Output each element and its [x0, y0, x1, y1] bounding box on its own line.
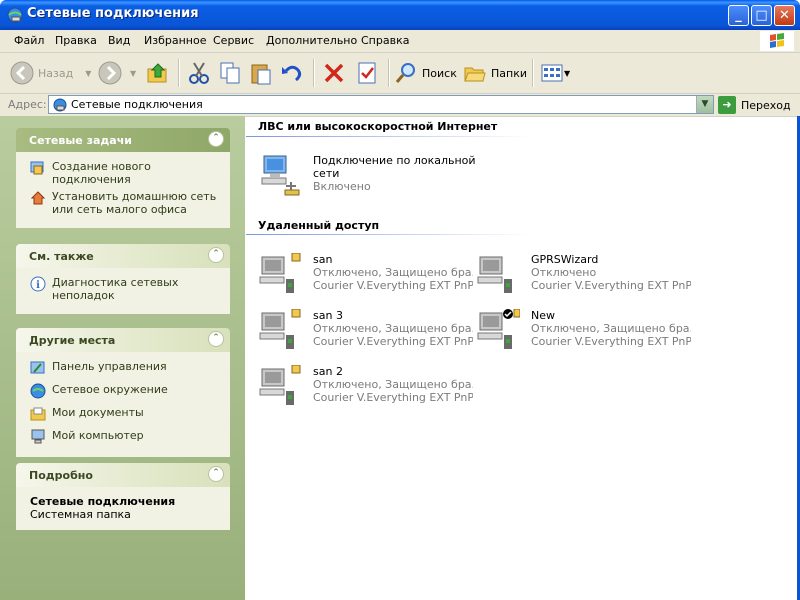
maximize-button[interactable]: □ — [751, 5, 772, 26]
views-dropdown-icon[interactable]: ▼ — [564, 69, 570, 78]
menu-help[interactable]: Справка — [361, 34, 409, 47]
dialup-connection-icon — [477, 256, 512, 293]
back-arrow-icon — [10, 61, 34, 85]
info-icon: i — [30, 276, 46, 292]
lan-connection-icon — [261, 155, 300, 196]
default-dialup-connection-icon — [477, 309, 520, 349]
delete-button[interactable] — [322, 59, 346, 87]
diagnostics-link[interactable]: i Диагностика сетевых неполадок — [30, 276, 220, 302]
control-panel-link[interactable]: Панель управления — [30, 360, 220, 376]
forward-button[interactable]: ▼ — [98, 59, 136, 87]
go-arrow-icon: ➜ — [718, 96, 736, 114]
close-button[interactable]: ✕ — [774, 5, 795, 26]
undo-icon — [282, 65, 302, 82]
address-input[interactable]: Сетевые подключения ▼ — [48, 95, 714, 114]
menu-tools[interactable]: Сервис — [213, 34, 254, 47]
my-computer-link[interactable]: Мой компьютер — [30, 429, 220, 445]
my-documents-link[interactable]: Мои документы — [30, 406, 220, 422]
forward-dropdown-icon[interactable]: ▼ — [130, 69, 136, 78]
back-button[interactable]: Назад ▼ — [10, 59, 91, 87]
paste-icon — [251, 64, 271, 85]
lan-connection-item[interactable]: Подключение по локальной сети Включено — [258, 154, 478, 202]
search-button[interactable]: Поиск — [394, 59, 457, 87]
toolbar: Назад ▼ ▼ Поиск Папки ▼ — [0, 53, 800, 94]
remote-section-title: Удаленный доступ — [258, 219, 380, 232]
home-network-icon — [30, 191, 46, 205]
home-network-link[interactable]: Установить домашнюю сеть или сеть малого… — [30, 190, 220, 216]
dialup-connection-san[interactable]: san Отключено, Защищено бра... Courier V… — [258, 253, 478, 301]
title-bar[interactable]: Сетевые подключения _ □ ✕ — [0, 0, 800, 30]
details-name: Сетевые подключения — [30, 495, 176, 508]
dialup-connection-icon — [259, 365, 301, 405]
create-connection-link[interactable]: Создание нового подключения — [30, 160, 220, 186]
copy-button[interactable] — [218, 59, 242, 87]
minimize-button[interactable]: _ — [728, 5, 749, 26]
cut-button[interactable] — [187, 59, 211, 87]
window-title: Сетевые подключения — [27, 6, 199, 21]
menu-favorites[interactable]: Избранное — [144, 34, 206, 47]
forward-arrow-icon — [98, 61, 122, 85]
new-connection-icon — [30, 161, 44, 175]
paste-button[interactable] — [249, 59, 273, 87]
other-places-header[interactable]: Другие места ⌃ — [16, 328, 230, 352]
collapse-icon[interactable]: ⌃ — [208, 466, 224, 482]
menu-view[interactable]: Вид — [108, 34, 130, 47]
other-places-panel: Другие места ⌃ Панель управления Сетевое… — [16, 328, 230, 457]
views-button[interactable]: ▼ — [540, 59, 570, 87]
see-also-panel: См. также ⌃ i Диагностика сетевых непола… — [16, 244, 230, 314]
scissors-icon — [189, 62, 209, 84]
folders-button[interactable]: Папки — [463, 59, 527, 87]
details-panel: Подробно ⌃ Сетевые подключения Системная… — [16, 463, 230, 530]
menu-bar: Файл Правка Вид Избранное Сервис Дополни… — [0, 30, 800, 53]
network-neighborhood-link[interactable]: Сетевое окружение — [30, 383, 220, 399]
delete-x-icon — [324, 63, 344, 83]
dialup-connection-gprswizard[interactable]: GPRSWizard Отключено Courier V.Everythin… — [476, 253, 696, 301]
address-value: Сетевые подключения — [71, 98, 203, 111]
up-folder-icon — [147, 63, 167, 83]
task-pane: Сетевые задачи ⌃ Создание нового подключ… — [0, 116, 245, 600]
properties-button[interactable] — [355, 59, 379, 87]
details-type: Системная папка — [30, 508, 131, 521]
windows-logo-icon — [760, 31, 794, 51]
dialup-connection-icon — [259, 253, 301, 293]
undo-button[interactable] — [280, 59, 304, 87]
address-bar: Адрес: Сетевые подключения ▼ ➜ Переход — [0, 94, 800, 117]
computer-icon — [31, 429, 45, 444]
menu-file[interactable]: Файл — [14, 34, 44, 47]
dialup-connection-new[interactable]: New Отключено, Защищено бра... Courier V… — [476, 309, 696, 357]
control-panel-icon — [30, 361, 45, 374]
search-icon — [395, 63, 415, 83]
menu-advanced[interactable]: Дополнительно — [266, 34, 357, 47]
menu-edit[interactable]: Правка — [55, 34, 97, 47]
views-icon — [541, 64, 563, 82]
copy-icon — [220, 62, 240, 84]
network-tasks-header[interactable]: Сетевые задачи ⌃ — [16, 128, 230, 152]
address-dropdown-button[interactable]: ▼ — [696, 96, 713, 113]
up-folder-button[interactable] — [146, 59, 170, 87]
network-connections-icon — [53, 98, 67, 112]
see-also-header[interactable]: См. также ⌃ — [16, 244, 230, 268]
lan-section-title: ЛВС или высокоскоростной Интернет — [258, 120, 498, 133]
globe-icon — [30, 383, 46, 399]
properties-icon — [358, 62, 376, 84]
folders-icon — [464, 67, 486, 82]
collapse-icon[interactable]: ⌃ — [208, 247, 224, 263]
back-dropdown-icon[interactable]: ▼ — [85, 69, 91, 78]
documents-folder-icon — [30, 407, 46, 421]
network-tasks-panel: Сетевые задачи ⌃ Создание нового подключ… — [16, 128, 230, 228]
svg-text:i: i — [36, 280, 40, 291]
go-button[interactable]: ➜ Переход — [718, 95, 791, 115]
dialup-connection-icon — [259, 309, 301, 349]
dialup-connection-san2[interactable]: san 2 Отключено, Защищено бра... Courier… — [258, 365, 478, 413]
collapse-icon[interactable]: ⌃ — [208, 331, 224, 347]
collapse-icon[interactable]: ⌃ — [208, 131, 224, 147]
dialup-connection-san3[interactable]: san 3 Отключено, Защищено бра... Courier… — [258, 309, 478, 357]
network-connections-icon — [7, 7, 23, 23]
details-header[interactable]: Подробно ⌃ — [16, 463, 230, 487]
address-label: Адрес: — [8, 98, 47, 111]
